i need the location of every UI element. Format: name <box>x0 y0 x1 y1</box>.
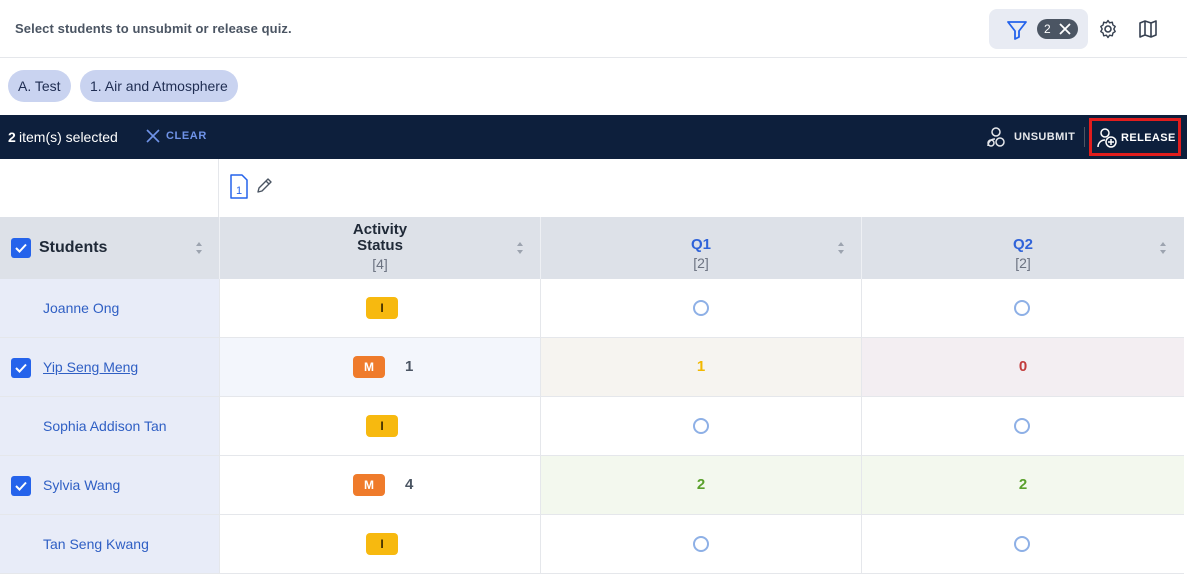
q1-header-sub: [2] <box>693 255 709 271</box>
quiz-document-row: 1 <box>0 159 1187 217</box>
activity-status-cell: M 1 <box>220 338 541 396</box>
q2-cell[interactable] <box>862 397 1184 455</box>
chip-topic[interactable]: 1. Air and Atmosphere <box>80 70 238 102</box>
check-icon <box>15 243 27 253</box>
sort-icon[interactable] <box>1159 241 1167 255</box>
document-icon[interactable]: 1 <box>229 174 249 200</box>
activity-status-cell: I <box>220 279 541 337</box>
q1-score: 2 <box>696 476 706 493</box>
clear-label: CLEAR <box>166 130 207 142</box>
filter-count: 2 <box>1044 22 1051 36</box>
filter-group[interactable]: 2 <box>989 9 1088 49</box>
row-checkbox[interactable] <box>11 476 31 496</box>
selected-text: item(s) selected <box>19 129 118 145</box>
activity-header-sub: [4] <box>372 256 388 272</box>
column-q1[interactable]: Q1 [2] <box>541 217 862 279</box>
filter-count-badge[interactable]: 2 <box>1037 19 1078 39</box>
filter-icon[interactable] <box>1006 19 1028 41</box>
row-checkbox[interactable] <box>11 358 31 378</box>
q1-cell[interactable] <box>541 515 862 573</box>
table-header: Students Activity Status [4] Q1 [2] Q2 [… <box>0 217 1184 279</box>
activity-count: 4 <box>405 476 414 493</box>
selected-count: 2 <box>8 129 16 145</box>
activity-header-line1: Activity <box>352 221 408 238</box>
release-button[interactable]: RELEASE <box>1089 118 1181 156</box>
q2-score: 0 <box>1018 358 1028 375</box>
clear-filter-icon[interactable] <box>1058 22 1072 36</box>
q2-cell[interactable]: 0 <box>862 338 1184 396</box>
empty-answer-icon <box>693 536 709 552</box>
status-badge: M <box>353 356 385 378</box>
select-all-checkbox[interactable] <box>11 238 31 258</box>
status-badge: M <box>353 474 385 496</box>
q2-cell[interactable]: 2 <box>862 456 1184 514</box>
check-icon <box>15 363 27 373</box>
student-name[interactable]: Yip Seng Meng <box>43 359 138 375</box>
status-badge: I <box>366 297 398 319</box>
q2-cell[interactable] <box>862 515 1184 573</box>
q2-cell[interactable] <box>862 279 1184 337</box>
activity-header-line2: Status <box>357 237 403 254</box>
table-row[interactable]: Sophia Addison Tan I <box>0 397 1184 456</box>
document-number: 1 <box>236 185 242 197</box>
q1-header-label[interactable]: Q1 <box>541 236 861 253</box>
student-cell[interactable]: Sophia Addison Tan <box>0 397 220 455</box>
table-row[interactable]: Yip Seng Meng M 1 1 0 <box>0 338 1184 397</box>
sort-icon[interactable] <box>516 241 524 255</box>
q1-score: 1 <box>696 358 706 375</box>
unsubmit-button[interactable]: UNSUBMIT <box>985 125 1079 149</box>
table-row[interactable]: Sylvia Wang M 4 2 2 <box>0 456 1184 515</box>
status-badge: I <box>366 533 398 555</box>
table-row[interactable]: Tan Seng Kwang I <box>0 515 1184 574</box>
unsubmit-label: UNSUBMIT <box>1014 131 1076 143</box>
user-undo-icon <box>987 127 1005 147</box>
column-students[interactable]: Students <box>0 217 220 279</box>
empty-answer-icon <box>1014 536 1030 552</box>
q2-header-sub: [2] <box>1015 255 1031 271</box>
q2-score: 2 <box>1018 476 1028 493</box>
sort-icon[interactable] <box>837 241 845 255</box>
top-bar: Select students to unsubmit or release q… <box>0 0 1187 58</box>
map-icon[interactable] <box>1138 19 1158 39</box>
user-add-icon <box>1097 128 1117 148</box>
student-name[interactable]: Joanne Ong <box>43 300 119 316</box>
toolbar-divider <box>1084 127 1085 147</box>
doc-row-spacer <box>0 159 219 217</box>
student-name[interactable]: Sophia Addison Tan <box>43 418 167 434</box>
pencil-icon[interactable] <box>255 177 273 195</box>
chip-test[interactable]: A. Test <box>8 70 71 102</box>
q2-header-label[interactable]: Q2 <box>862 236 1184 253</box>
activity-status-cell: I <box>220 397 541 455</box>
selection-bar: 2 item(s) selected CLEAR UNSUBMIT <box>0 115 1187 159</box>
activity-status-cell: M 4 <box>220 456 541 514</box>
column-q2[interactable]: Q2 [2] <box>862 217 1184 279</box>
table-row[interactable]: Joanne Ong I <box>0 279 1184 338</box>
release-label: RELEASE <box>1121 132 1176 144</box>
empty-answer-icon <box>1014 418 1030 434</box>
student-cell[interactable]: Tan Seng Kwang <box>0 515 220 573</box>
column-activity-status[interactable]: Activity Status [4] <box>220 217 541 279</box>
status-badge: I <box>366 415 398 437</box>
empty-answer-icon <box>693 300 709 316</box>
student-cell[interactable]: Sylvia Wang <box>0 456 220 514</box>
check-icon <box>15 481 27 491</box>
student-cell[interactable]: Joanne Ong <box>0 279 220 337</box>
sort-icon[interactable] <box>195 241 203 255</box>
empty-answer-icon <box>1014 300 1030 316</box>
q1-cell[interactable] <box>541 279 862 337</box>
activity-count: 1 <box>405 358 414 375</box>
q1-cell[interactable]: 1 <box>541 338 862 396</box>
q1-cell[interactable]: 2 <box>541 456 862 514</box>
empty-answer-icon <box>693 418 709 434</box>
close-icon <box>146 129 160 143</box>
gear-icon[interactable] <box>1098 19 1118 39</box>
q1-cell[interactable] <box>541 397 862 455</box>
instruction-text: Select students to unsubmit or release q… <box>15 21 292 36</box>
student-name[interactable]: Tan Seng Kwang <box>43 536 149 552</box>
students-header-label: Students <box>39 239 108 256</box>
activity-status-cell: I <box>220 515 541 573</box>
student-name[interactable]: Sylvia Wang <box>43 477 120 493</box>
student-cell[interactable]: Yip Seng Meng <box>0 338 220 396</box>
